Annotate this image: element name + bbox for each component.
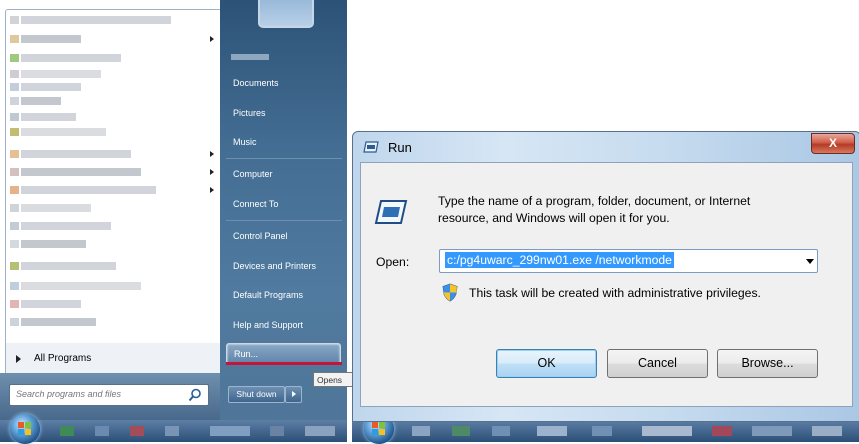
- run-highlight-underline: [226, 362, 342, 365]
- program-item-blurred[interactable]: [10, 97, 61, 105]
- open-input[interactable]: c:/pg4uwarc_299nw01.exe /networkmode: [445, 252, 674, 268]
- shutdown-options-button[interactable]: [285, 386, 302, 403]
- program-item-blurred[interactable]: [10, 204, 91, 212]
- taskbar-item-blurred[interactable]: [592, 426, 612, 436]
- program-item-blurred[interactable]: [10, 186, 156, 194]
- program-item-blurred[interactable]: [10, 262, 116, 270]
- taskbar-item-blurred[interactable]: [712, 426, 732, 436]
- taskbar-item-blurred[interactable]: [752, 426, 792, 436]
- taskbar-item-blurred[interactable]: [537, 426, 567, 436]
- program-item-blurred[interactable]: [10, 240, 86, 248]
- taskbar-item-blurred[interactable]: [60, 426, 74, 436]
- taskbar-item-blurred[interactable]: [95, 426, 109, 436]
- taskbar-item-blurred[interactable]: [165, 426, 179, 436]
- program-item-blurred[interactable]: [10, 16, 171, 24]
- menu-item-connect-to[interactable]: Connect To: [226, 192, 341, 216]
- start-menu: All Programs Documents Pictures Music Co…: [0, 0, 353, 420]
- arrow-right-icon: [16, 355, 21, 363]
- submenu-arrow-icon: [210, 169, 214, 175]
- windows-orb-icon[interactable]: [10, 414, 40, 444]
- menu-item-computer[interactable]: Computer: [226, 162, 341, 186]
- menu-item-music[interactable]: Music: [226, 130, 341, 154]
- program-item-blurred[interactable]: [10, 35, 81, 43]
- taskbar-item-blurred[interactable]: [452, 426, 470, 436]
- admin-notice: This task will be created with administr…: [469, 286, 761, 300]
- search-area: [0, 373, 226, 420]
- taskbar-item-blurred[interactable]: [305, 426, 335, 436]
- close-button[interactable]: X: [811, 133, 855, 154]
- divider: [226, 158, 342, 159]
- taskbar-item-blurred[interactable]: [210, 426, 250, 436]
- search-icon[interactable]: [188, 388, 202, 402]
- taskbar: [352, 414, 859, 444]
- program-item-blurred[interactable]: [10, 83, 81, 91]
- program-item-blurred[interactable]: [10, 150, 131, 158]
- dialog-body: Type the name of a program, folder, docu…: [360, 162, 853, 407]
- shutdown-button[interactable]: Shut down: [228, 386, 285, 403]
- search-input[interactable]: [10, 385, 191, 403]
- program-item-blurred[interactable]: [10, 318, 96, 326]
- taskbar-item-blurred[interactable]: [270, 426, 284, 436]
- submenu-arrow-icon: [210, 151, 214, 157]
- taskbar-item-blurred[interactable]: [642, 426, 692, 436]
- program-item-blurred[interactable]: [10, 282, 141, 290]
- description-text: resource, and Windows will open it for y…: [438, 211, 670, 225]
- taskbar: [0, 414, 347, 444]
- all-programs-label: All Programs: [34, 353, 92, 364]
- menu-item-documents[interactable]: Documents: [226, 71, 341, 95]
- menu-item-devices-and-printers[interactable]: Devices and Printers: [226, 254, 341, 278]
- menu-item-pictures[interactable]: Pictures: [226, 101, 341, 125]
- submenu-arrow-icon: [210, 36, 214, 42]
- submenu-arrow-icon: [210, 187, 214, 193]
- shield-icon: [442, 283, 458, 302]
- cancel-button[interactable]: Cancel: [607, 349, 708, 378]
- description-text: Type the name of a program, folder, docu…: [438, 194, 751, 208]
- browse-button[interactable]: Browse...: [717, 349, 818, 378]
- program-item-blurred[interactable]: [10, 300, 81, 308]
- menu-item-control-panel[interactable]: Control Panel: [226, 224, 341, 248]
- search-box[interactable]: [9, 384, 209, 406]
- menu-item-default-programs[interactable]: Default Programs: [226, 283, 341, 307]
- program-item-blurred[interactable]: [10, 222, 111, 230]
- program-item-blurred[interactable]: [10, 128, 106, 136]
- tooltip: Opens: [313, 372, 353, 387]
- all-programs-button[interactable]: All Programs: [5, 343, 222, 373]
- ok-button[interactable]: OK: [496, 349, 597, 378]
- user-picture[interactable]: [258, 0, 314, 28]
- run-icon: [363, 141, 379, 153]
- programs-list: [5, 9, 222, 345]
- dropdown-arrow-icon[interactable]: [806, 259, 814, 264]
- taskbar-item-blurred[interactable]: [412, 426, 430, 436]
- taskbar-item-blurred[interactable]: [130, 426, 144, 436]
- open-combobox[interactable]: c:/pg4uwarc_299nw01.exe /networkmode: [439, 249, 818, 273]
- window-title: Run: [388, 140, 412, 155]
- run-dialog: Run X Type the name of a program, folder…: [352, 131, 859, 422]
- taskbar-item-blurred[interactable]: [812, 426, 842, 436]
- user-name-blurred[interactable]: [231, 54, 269, 60]
- program-item-blurred[interactable]: [10, 54, 121, 62]
- divider: [226, 220, 342, 221]
- run-icon: [374, 200, 408, 224]
- open-label: Open:: [376, 255, 410, 269]
- program-item-blurred[interactable]: [10, 113, 76, 121]
- program-item-blurred[interactable]: [10, 168, 141, 176]
- title-bar[interactable]: Run X: [353, 132, 859, 162]
- taskbar-item-blurred[interactable]: [492, 426, 510, 436]
- menu-item-help-and-support[interactable]: Help and Support: [226, 313, 341, 337]
- program-item-blurred[interactable]: [10, 70, 101, 78]
